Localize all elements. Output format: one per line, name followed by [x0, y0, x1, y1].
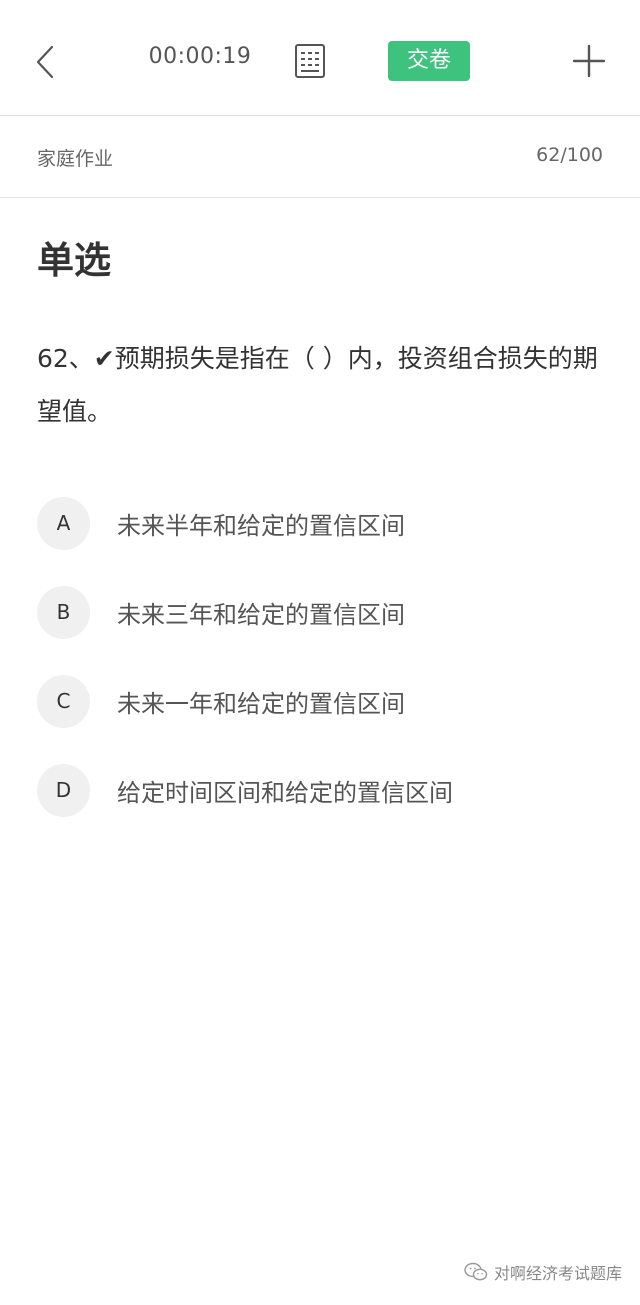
option-letter-badge: A	[37, 496, 90, 550]
option-c[interactable]: C 未来一年和给定的置信区间	[37, 674, 603, 728]
question-type-heading: 单选	[37, 239, 111, 282]
answer-sheet-button[interactable]	[292, 42, 328, 80]
option-a[interactable]: A 未来半年和给定的置信区间	[37, 496, 603, 550]
option-text: 未来半年和给定的置信区间	[117, 511, 405, 540]
elapsed-timer: 00:00:19	[148, 44, 252, 69]
option-text: 未来一年和给定的置信区间	[117, 689, 405, 718]
question-text: 62、✔预期损失是指在（ ）内，投资组合损失的期望值。	[37, 344, 598, 426]
watermark-text: 对啊经济考试题库	[493, 1264, 622, 1283]
answer-sheet-icon	[295, 44, 325, 78]
question-progress: 62/100	[536, 144, 603, 166]
question-info-bar: 家庭作业 62/100	[0, 116, 640, 198]
category-label: 家庭作业	[37, 148, 114, 170]
option-letter-badge: C	[37, 674, 90, 728]
watermark: 对啊经济考试题库	[464, 1260, 622, 1284]
top-navigation-bar: 00:00:19 交卷	[0, 0, 640, 116]
wechat-icon	[464, 1262, 488, 1281]
chevron-left-icon	[36, 45, 54, 79]
option-text: 未来三年和给定的置信区间	[117, 600, 405, 629]
option-d[interactable]: D 给定时间区间和给定的置信区间	[37, 763, 603, 817]
option-text: 给定时间区间和给定的置信区间	[117, 778, 453, 807]
back-button[interactable]	[28, 40, 62, 84]
add-button[interactable]	[570, 42, 608, 80]
option-letter-badge: B	[37, 585, 90, 639]
submit-exam-button[interactable]: 交卷	[388, 41, 470, 81]
option-b[interactable]: B 未来三年和给定的置信区间	[37, 585, 603, 639]
plus-icon	[572, 44, 606, 78]
option-letter-badge: D	[37, 763, 90, 817]
